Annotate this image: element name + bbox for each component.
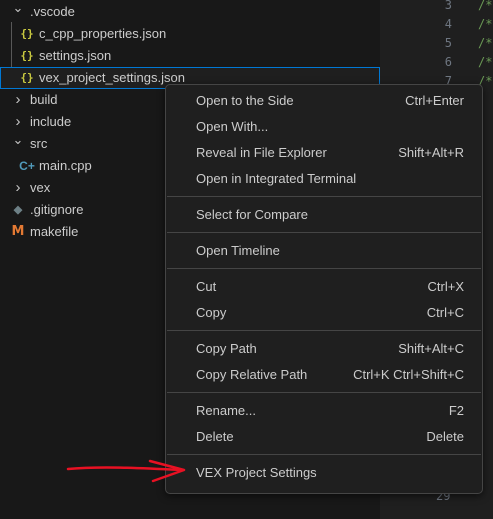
menu-separator — [167, 454, 481, 455]
tree-item-label: vex — [30, 180, 51, 195]
chevron-right-icon[interactable]: › — [12, 89, 24, 111]
git-icon: ◆ — [13, 204, 23, 216]
menu-item-label: Copy — [196, 305, 227, 320]
menu-item-cut[interactable]: Cut Ctrl+X — [170, 274, 478, 300]
menu-separator — [167, 392, 481, 393]
menu-item-label: Delete — [196, 429, 234, 444]
tree-item-label: .gitignore — [30, 202, 84, 217]
menu-item-rename[interactable]: Rename... F2 — [170, 398, 478, 424]
tree-item-c-cpp-properties-json[interactable]: {} c_cpp_properties.json — [0, 23, 380, 45]
menu-item-label: Open to the Side — [196, 93, 294, 108]
tree-item-label: vex_project_settings.json — [39, 70, 185, 85]
line-number: 6 — [444, 55, 452, 69]
code-text: /* — [478, 55, 493, 69]
makefile-icon: M — [11, 224, 25, 239]
menu-item-delete[interactable]: Delete Delete — [170, 424, 478, 450]
menu-item-copy-relative-path[interactable]: Copy Relative Path Ctrl+K Ctrl+Shift+C — [170, 362, 478, 388]
code-text: /* — [478, 0, 493, 12]
menu-item-reveal-in-file-explorer[interactable]: Reveal in File Explorer Shift+Alt+R — [170, 140, 478, 166]
tree-item-label: makefile — [30, 224, 79, 239]
menu-item-open-with[interactable]: Open With... — [170, 114, 478, 140]
tree-item-label: settings.json — [39, 48, 112, 63]
cpp-icon: C+ — [19, 159, 35, 173]
menu-item-shortcut: Ctrl+X — [427, 279, 464, 294]
menu-separator — [167, 268, 481, 269]
code-text: /* — [478, 17, 493, 31]
context-menu: Open to the Side Ctrl+Enter Open With... Re… — [165, 84, 483, 494]
chevron-right-icon[interactable]: › — [12, 177, 24, 199]
menu-item-open-in-integrated-terminal[interactable]: Open in Integrated Terminal — [170, 166, 478, 192]
tree-item-label: .vscode — [30, 4, 75, 19]
menu-item-shortcut: Ctrl+Enter — [405, 93, 464, 108]
code-line[interactable]: 5 /* — [380, 34, 493, 53]
menu-item-copy-path[interactable]: Copy Path Shift+Alt+C — [170, 336, 478, 362]
tree-item-settings-json[interactable]: {} settings.json — [0, 45, 380, 67]
menu-item-shortcut: Shift+Alt+C — [398, 341, 464, 356]
menu-item-vex-project-settings[interactable]: VEX Project Settings — [170, 460, 478, 486]
menu-item-shortcut: Shift+Alt+R — [398, 145, 464, 160]
code-line[interactable]: 6 /* — [380, 53, 493, 72]
menu-item-open-to-the-side[interactable]: Open to the Side Ctrl+Enter — [170, 88, 478, 114]
chevron-right-icon[interactable]: › — [12, 111, 24, 133]
json-icon: {} — [20, 49, 34, 62]
menu-item-label: Copy Relative Path — [196, 367, 308, 382]
menu-separator — [167, 196, 481, 197]
tree-item-label: main.cpp — [39, 158, 92, 173]
chevron-down-icon[interactable]: ⌄ — [12, 133, 24, 147]
menu-item-copy[interactable]: Copy Ctrl+C — [170, 300, 478, 326]
menu-item-label: Cut — [196, 279, 217, 294]
menu-item-label: Open With... — [196, 119, 269, 134]
menu-separator — [167, 330, 481, 331]
menu-separator — [167, 232, 481, 233]
menu-item-label: Reveal in File Explorer — [196, 145, 327, 160]
tree-item-label: include — [30, 114, 72, 129]
menu-item-label: Open Timeline — [196, 243, 280, 258]
tree-item-label: c_cpp_properties.json — [39, 26, 167, 41]
menu-item-label: VEX Project Settings — [196, 465, 317, 480]
line-number: 5 — [444, 36, 452, 50]
line-number: 4 — [444, 17, 452, 31]
menu-item-label: Select for Compare — [196, 207, 308, 222]
code-text: /* — [478, 36, 493, 50]
tree-item-label: src — [30, 136, 48, 151]
json-icon: {} — [20, 27, 34, 40]
menu-item-label: Open in Integrated Terminal — [196, 171, 357, 186]
code-line[interactable]: 4 /* — [380, 15, 493, 34]
code-line[interactable]: 3 /* — [380, 0, 493, 15]
chevron-down-icon[interactable]: ⌄ — [12, 1, 24, 15]
menu-item-shortcut: F2 — [448, 403, 464, 418]
menu-item-shortcut: Ctrl+C — [426, 305, 464, 320]
menu-item-shortcut: Ctrl+K Ctrl+Shift+C — [353, 367, 464, 382]
tree-item-label: build — [30, 92, 58, 107]
json-icon: {} — [20, 71, 34, 84]
tree-item-vscode[interactable]: ⌄ .vscode — [0, 1, 380, 23]
menu-item-shortcut: Delete — [426, 429, 464, 444]
menu-item-open-timeline[interactable]: Open Timeline — [170, 238, 478, 264]
menu-item-label: Copy Path — [196, 341, 257, 356]
menu-item-select-for-compare[interactable]: Select for Compare — [170, 202, 478, 228]
line-number: 3 — [444, 0, 452, 12]
menu-item-label: Rename... — [196, 403, 256, 418]
